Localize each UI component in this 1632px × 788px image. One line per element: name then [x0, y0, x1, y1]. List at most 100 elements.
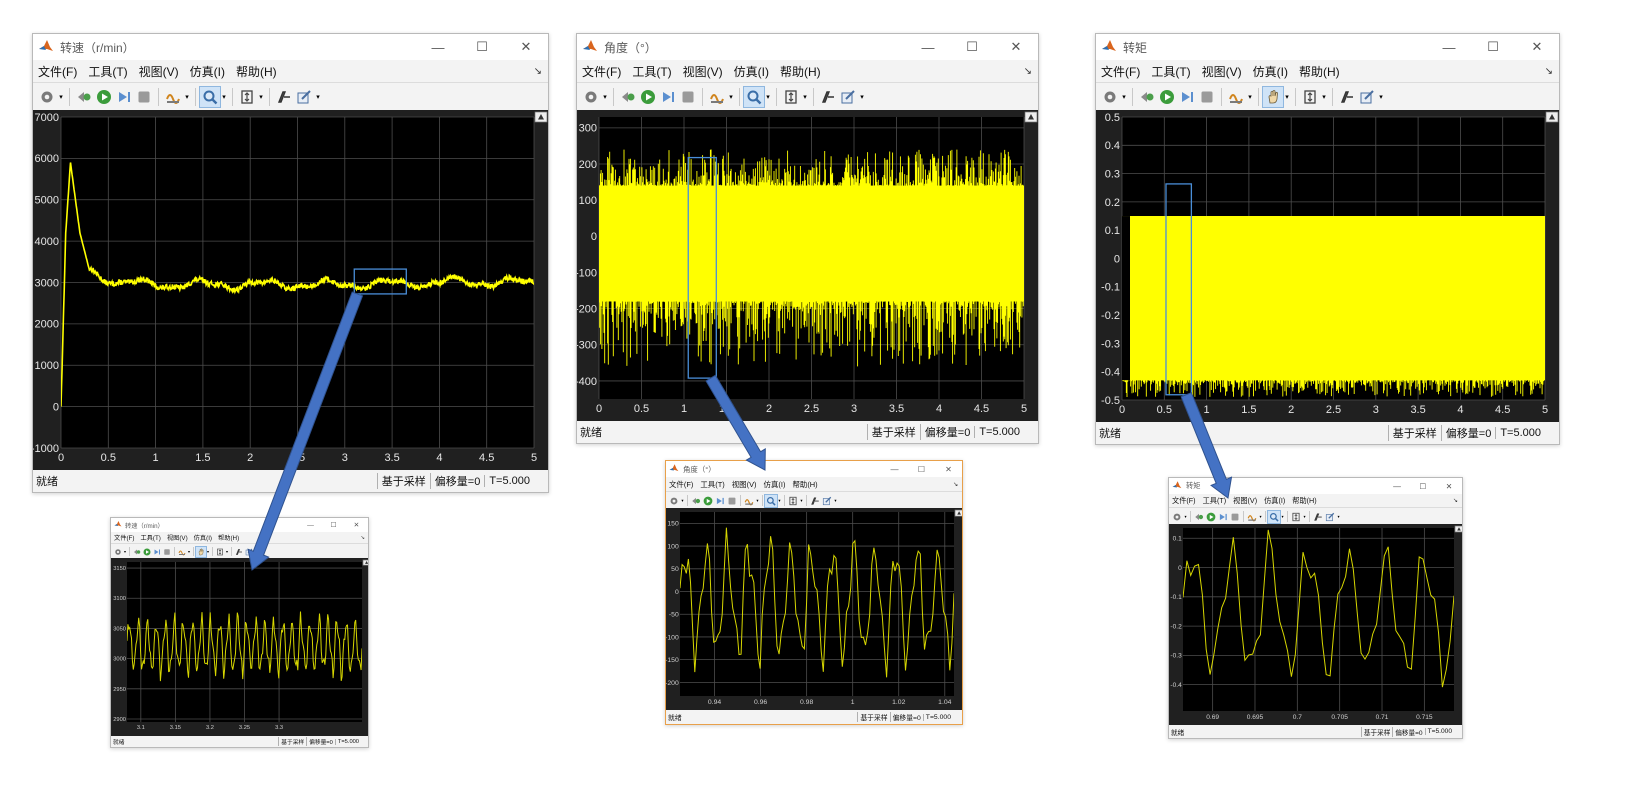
menu-item-tools[interactable]: 工具(T)	[140, 533, 160, 542]
style-icon[interactable]	[1324, 511, 1336, 523]
pan-icon[interactable]	[195, 545, 207, 558]
stop-icon[interactable]	[1229, 511, 1241, 523]
step-back-icon[interactable]	[132, 547, 142, 557]
chevron-down-icon[interactable]: ▾	[1283, 89, 1291, 105]
signal-icon[interactable]	[177, 547, 187, 557]
chevron-down-icon[interactable]: ▾	[206, 548, 210, 556]
style-icon[interactable]	[294, 87, 314, 107]
step-forward-icon[interactable]	[658, 87, 678, 107]
fit-icon[interactable]	[781, 87, 801, 107]
menu-item-file[interactable]: 文件(F)	[114, 533, 134, 542]
close-button[interactable]: ✕	[1515, 39, 1559, 55]
collapse-menu-icon[interactable]: ↘	[1545, 66, 1553, 77]
style-icon[interactable]	[821, 495, 833, 507]
chevron-down-icon[interactable]: ▾	[777, 496, 782, 506]
step-back-icon[interactable]	[1193, 511, 1205, 523]
collapse-menu-icon[interactable]: ↘	[534, 66, 542, 77]
chevron-down-icon[interactable]: ▾	[1280, 512, 1285, 522]
title-bar[interactable]: 转矩 — ☐ ✕	[1096, 34, 1559, 60]
scope-plot-area[interactable]: 0 0.5 1 1.5 2 2.5 3 3.5 4 4.5 5 300 200 100 0 -100 -200 -…	[577, 110, 1038, 421]
gear-icon[interactable]	[668, 495, 680, 507]
maximize-button[interactable]: ☐	[322, 521, 345, 529]
signal-icon[interactable]	[1226, 87, 1246, 107]
stop-icon[interactable]	[162, 547, 172, 557]
menu-item-simulation[interactable]: 仿真(I)	[194, 533, 212, 542]
title-bar[interactable]: 转矩 — ☐ ✕	[1169, 478, 1462, 494]
menu-item-file[interactable]: 文件(F)	[582, 63, 621, 80]
step-forward-icon[interactable]	[152, 547, 162, 557]
stop-icon[interactable]	[678, 87, 698, 107]
menu-item-simulation[interactable]: 仿真(I)	[734, 63, 769, 80]
chevron-down-icon[interactable]: ▾	[1336, 512, 1341, 522]
maximize-button[interactable]: ☐	[1410, 482, 1436, 491]
chevron-down-icon[interactable]: ▾	[799, 496, 804, 506]
step-forward-icon[interactable]	[1177, 87, 1197, 107]
menu-item-view[interactable]: 视图(V)	[139, 63, 179, 80]
pan-icon[interactable]	[1262, 86, 1284, 108]
minimize-button[interactable]: —	[1384, 482, 1410, 491]
menu-item-help[interactable]: 帮助(H)	[1292, 496, 1316, 506]
minimize-button[interactable]: —	[299, 522, 322, 529]
menu-item-view[interactable]: 视图(V)	[167, 533, 188, 542]
menu-item-help[interactable]: 帮助(H)	[780, 63, 821, 80]
chevron-down-icon[interactable]: ▾	[123, 548, 127, 556]
chevron-down-icon[interactable]: ▾	[254, 548, 258, 556]
collapse-menu-icon[interactable]: ↘	[953, 481, 958, 488]
gear-icon[interactable]	[113, 547, 123, 557]
style-icon[interactable]	[838, 87, 858, 107]
chevron-down-icon[interactable]: ▾	[225, 548, 229, 556]
signal-icon[interactable]	[163, 87, 183, 107]
fit-icon[interactable]	[1300, 87, 1320, 107]
chevron-down-icon[interactable]: ▾	[755, 496, 760, 506]
stop-icon[interactable]	[726, 495, 738, 507]
measure-icon[interactable]	[1312, 511, 1324, 523]
chevron-down-icon[interactable]: ▾	[680, 496, 685, 506]
menu-item-tools[interactable]: 工具(T)	[1151, 63, 1190, 80]
close-button[interactable]: ✕	[935, 465, 962, 474]
scope-plot-area[interactable]: 0.94 0.96 0.98 1 1.02 1.04 150 100 50 0 -50 -100 -15…	[666, 508, 962, 710]
zoom-icon[interactable]	[1267, 509, 1281, 524]
close-button[interactable]: ✕	[504, 39, 548, 55]
title-bar[interactable]: 角度（°） — ☐ ✕	[666, 461, 962, 477]
minimize-button[interactable]: —	[906, 40, 950, 55]
chevron-down-icon[interactable]: ▾	[57, 89, 65, 105]
chevron-down-icon[interactable]: ▾	[1377, 89, 1385, 105]
measure-icon[interactable]	[818, 87, 838, 107]
title-bar[interactable]: 角度（°） — ☐ ✕	[577, 34, 1038, 60]
menu-item-view[interactable]: 视图(V)	[1202, 63, 1242, 80]
chevron-down-icon[interactable]: ▾	[314, 89, 322, 105]
chevron-down-icon[interactable]: ▾	[801, 89, 809, 105]
chevron-down-icon[interactable]: ▾	[727, 89, 735, 105]
menu-item-help[interactable]: 帮助(H)	[218, 533, 239, 542]
expand-plot-icon[interactable]	[1024, 111, 1038, 123]
chevron-down-icon[interactable]: ▾	[764, 89, 772, 105]
gear-icon[interactable]	[1171, 511, 1183, 523]
expand-plot-icon[interactable]	[362, 559, 368, 566]
expand-plot-icon[interactable]	[1454, 525, 1462, 533]
stop-icon[interactable]	[134, 87, 154, 107]
gear-icon[interactable]	[37, 87, 57, 107]
menu-item-tools[interactable]: 工具(T)	[632, 63, 671, 80]
step-back-icon[interactable]	[74, 87, 94, 107]
menu-item-view[interactable]: 视图(V)	[732, 479, 757, 490]
minimize-button[interactable]: —	[416, 40, 460, 55]
style-icon[interactable]	[244, 547, 254, 557]
measure-icon[interactable]	[1337, 87, 1357, 107]
step-forward-icon[interactable]	[1217, 511, 1229, 523]
gear-icon[interactable]	[581, 87, 601, 107]
minimize-button[interactable]: —	[881, 465, 908, 474]
chevron-down-icon[interactable]: ▾	[1302, 512, 1307, 522]
scope-plot-area[interactable]: 0 0.5 1 1.5 2 2.5 3 3.5 4 4.5 5 0.5 0.4 0.3 0.2 0.1 0 -0.…	[1096, 110, 1559, 422]
chevron-down-icon[interactable]: ▾	[601, 89, 609, 105]
chevron-down-icon[interactable]: ▾	[187, 548, 191, 556]
step-back-icon[interactable]	[1137, 87, 1157, 107]
menu-item-simulation[interactable]: 仿真(I)	[1264, 496, 1285, 506]
chevron-down-icon[interactable]: ▾	[183, 89, 191, 105]
menu-item-file[interactable]: 文件(F)	[1172, 496, 1196, 506]
menu-item-tools[interactable]: 工具(T)	[88, 63, 127, 80]
run-icon[interactable]	[702, 495, 714, 507]
menu-item-view[interactable]: 视图(V)	[683, 63, 723, 80]
run-icon[interactable]	[1205, 511, 1217, 523]
run-icon[interactable]	[1157, 87, 1177, 107]
menu-item-tools[interactable]: 工具(T)	[700, 479, 724, 490]
